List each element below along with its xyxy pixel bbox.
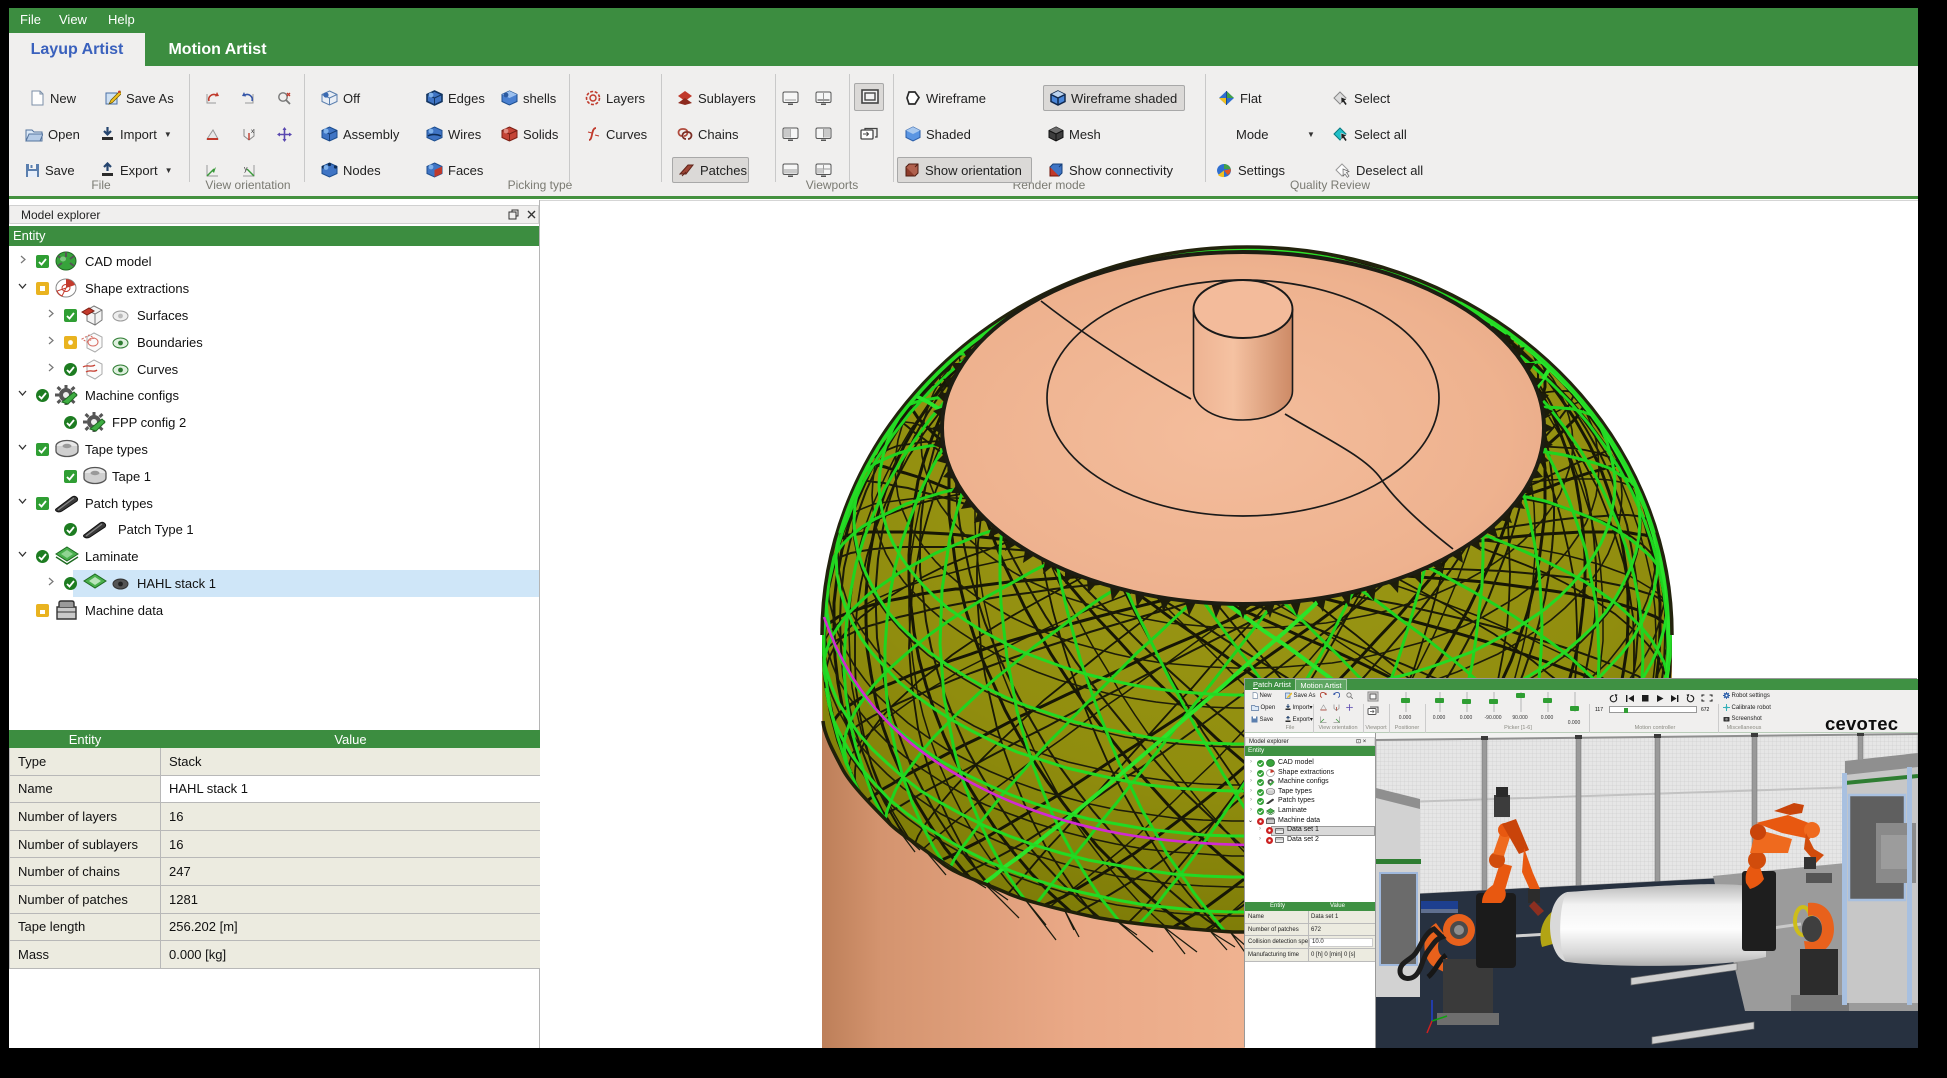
svg-text:x: x (251, 129, 254, 135)
svg-text:y: y (244, 166, 248, 173)
